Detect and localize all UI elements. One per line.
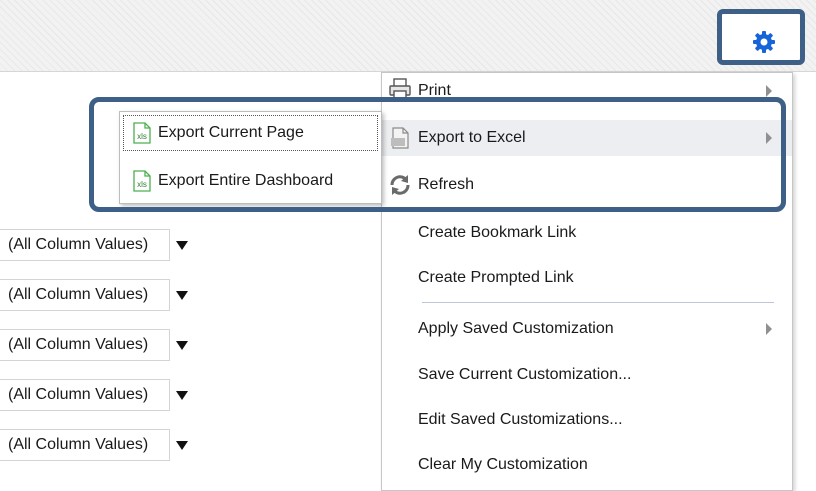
dropdown-arrow-icon[interactable] <box>170 229 194 261</box>
prompt-value-field[interactable]: (All Column Values) <box>0 279 170 311</box>
menu-item-label: Export to Excel <box>418 129 526 146</box>
menu-item-label: Clear My Customization <box>418 456 588 473</box>
menu-item-export-to-excel[interactable]: Export to Excel <box>382 120 792 156</box>
dashboard-header <box>0 0 816 72</box>
dropdown-arrow-icon[interactable] <box>170 429 194 461</box>
menu-item-edit-saved-customizations[interactable]: Edit Saved Customizations... <box>382 402 792 438</box>
submenu-arrow-icon <box>766 323 772 335</box>
submenu-item-label: Export Entire Dashboard <box>158 172 334 189</box>
menu-item-label: Print <box>418 82 451 99</box>
menu-separator <box>422 302 774 303</box>
prompt-row[interactable]: (All Column Values) <box>0 379 194 411</box>
menu-item-label: Create Prompted Link <box>418 269 574 286</box>
prompt-value-field[interactable]: (All Column Values) <box>0 329 170 361</box>
menu-item-save-current-customization[interactable]: Save Current Customization... <box>382 357 792 393</box>
menu-item-label: Edit Saved Customizations... <box>418 411 623 428</box>
printer-icon <box>389 78 411 100</box>
xls-icon-text: xls <box>137 132 147 141</box>
submenu-item-export-current-page[interactable]: xls Export Current Page <box>123 115 378 151</box>
prompt-value-field[interactable]: (All Column Values) <box>0 379 170 411</box>
submenu-arrow-icon <box>766 85 772 97</box>
dropdown-arrow-icon[interactable] <box>170 379 194 411</box>
menu-item-label: Save Current Customization... <box>418 366 632 383</box>
menu-item-label: Refresh <box>418 176 475 193</box>
menu-item-create-prompted-link[interactable]: Create Prompted Link <box>382 260 792 296</box>
menu-item-label: Create Bookmark Link <box>418 224 577 241</box>
prompt-row[interactable]: (All Column Values) <box>0 229 194 261</box>
submenu-item-export-entire-dashboard[interactable]: xls Export Entire Dashboard <box>123 163 378 199</box>
dropdown-arrow-icon[interactable] <box>170 329 194 361</box>
submenu-arrow-icon <box>766 132 772 144</box>
menu-item-label: Apply Saved Customization <box>418 320 614 337</box>
prompt-row[interactable]: (All Column Values) <box>0 279 194 311</box>
menu-item-clear-my-customization[interactable]: Clear My Customization <box>382 447 792 483</box>
submenu-item-label: Export Current Page <box>158 124 304 141</box>
prompt-value-field[interactable]: (All Column Values) <box>0 429 170 461</box>
prompt-row[interactable]: (All Column Values) <box>0 429 194 461</box>
page-options-menu: Print Export to Excel Refresh Create Boo… <box>381 72 793 491</box>
xls-file-icon: xls <box>133 170 151 192</box>
prompt-row[interactable]: (All Column Values) <box>0 329 194 361</box>
prompt-value-field[interactable]: (All Column Values) <box>0 229 170 261</box>
refresh-icon <box>390 175 410 195</box>
gear-icon[interactable] <box>752 30 776 54</box>
menu-item-print[interactable]: Print <box>382 73 792 109</box>
export-submenu: xls Export Current Page xls Export Entir… <box>119 111 382 204</box>
xls-icon-text: xls <box>137 180 147 189</box>
dropdown-arrow-icon[interactable] <box>170 279 194 311</box>
menu-item-create-bookmark-link[interactable]: Create Bookmark Link <box>382 215 792 251</box>
menu-item-apply-saved-customization[interactable]: Apply Saved Customization <box>382 311 792 347</box>
excel-export-icon <box>391 127 409 149</box>
xls-file-icon: xls <box>133 122 151 144</box>
menu-item-refresh[interactable]: Refresh <box>382 167 792 203</box>
